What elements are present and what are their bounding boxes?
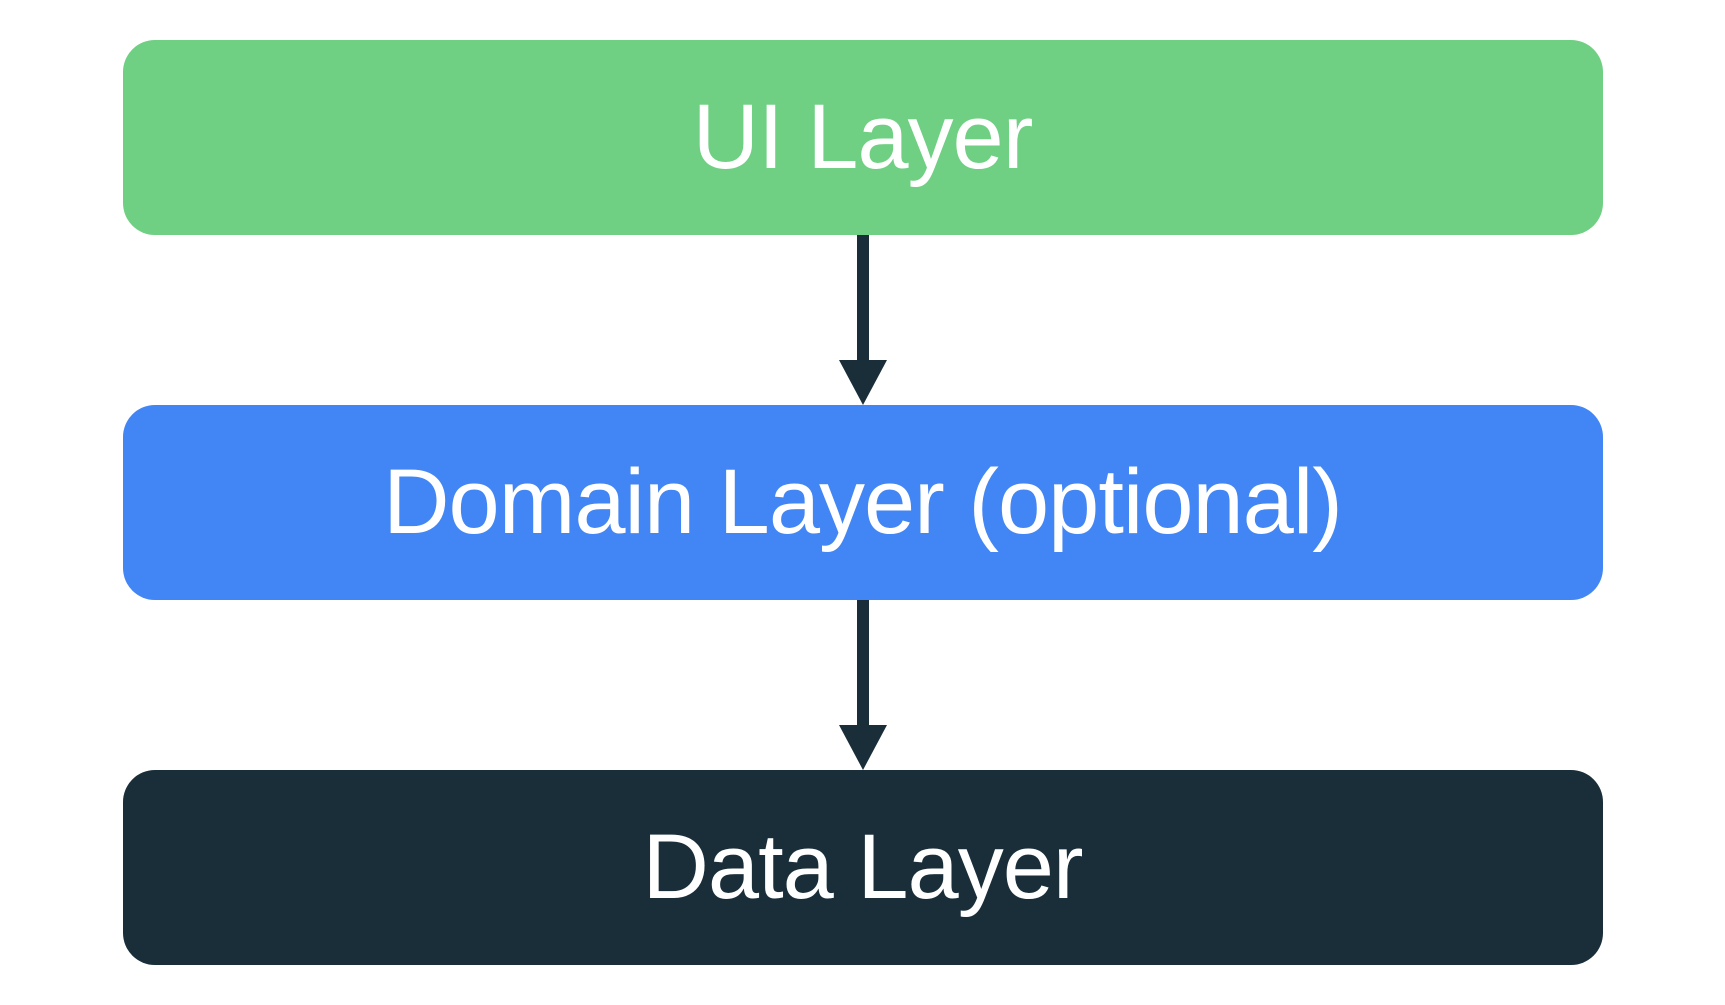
ui-layer-label: UI Layer [693,85,1033,190]
data-layer-box: Data Layer [123,770,1603,965]
architecture-diagram: UI Layer Domain Layer (optional) Data La… [123,40,1603,965]
arrow-ui-to-domain [833,235,893,405]
domain-layer-box: Domain Layer (optional) [123,405,1603,600]
ui-layer-box: UI Layer [123,40,1603,235]
domain-layer-label: Domain Layer (optional) [383,450,1342,555]
arrow-down-icon [833,235,893,405]
arrow-down-icon [833,600,893,770]
data-layer-label: Data Layer [642,815,1082,920]
arrow-domain-to-data [833,600,893,770]
